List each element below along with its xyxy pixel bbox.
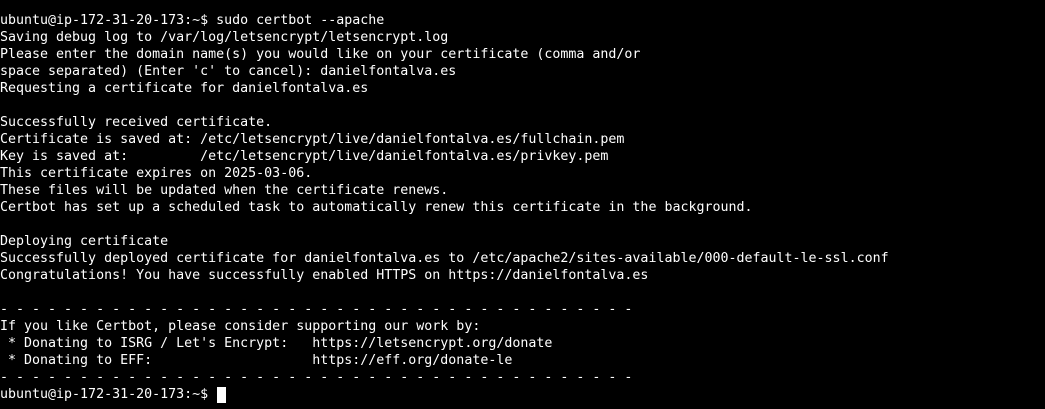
output-line: Key is saved at: /etc/letsencrypt/live/d… bbox=[0, 149, 609, 164]
output-line: Successfully deployed certificate for da… bbox=[0, 251, 889, 266]
output-line: Deploying certificate bbox=[0, 234, 169, 249]
output-line: Saving debug log to /var/log/letsencrypt… bbox=[0, 30, 449, 45]
shell-prompt: ubuntu@ip-172-31-20-173:~$ bbox=[0, 387, 217, 402]
separator-line: - - - - - - - - - - - - - - - - - - - - … bbox=[0, 302, 633, 317]
output-line: This certificate expires on 2025-03-06. bbox=[0, 166, 313, 181]
separator-line: - - - - - - - - - - - - - - - - - - - - … bbox=[0, 370, 633, 385]
terminal-window[interactable]: ubuntu@ip-172-31-20-173:~$ sudo certbot … bbox=[0, 12, 1045, 409]
output-line: ubuntu@ip-172-31-20-173:~$ sudo certbot … bbox=[0, 13, 385, 28]
output-line: Please enter the domain name(s) you woul… bbox=[0, 47, 641, 62]
output-line: * Donating to EFF: https://eff.org/donat… bbox=[0, 353, 513, 368]
output-line: These files will be updated when the cer… bbox=[0, 183, 449, 198]
output-line: Requesting a certificate for danielfonta… bbox=[0, 81, 369, 96]
command-prompt-line[interactable]: ubuntu@ip-172-31-20-173:~$ bbox=[0, 386, 1045, 403]
output-line: space separated) (Enter 'c' to cancel): … bbox=[0, 64, 457, 79]
output-line: * Donating to ISRG / Let's Encrypt: http… bbox=[0, 336, 553, 351]
output-line: If you like Certbot, please consider sup… bbox=[0, 319, 481, 334]
output-line: Congratulations! You have successfully e… bbox=[0, 268, 649, 283]
output-line: Successfully received certificate. bbox=[0, 115, 273, 130]
text-cursor bbox=[217, 386, 227, 403]
output-line: Certbot has set up a scheduled task to a… bbox=[0, 200, 753, 215]
output-line: Certificate is saved at: /etc/letsencryp… bbox=[0, 132, 625, 147]
